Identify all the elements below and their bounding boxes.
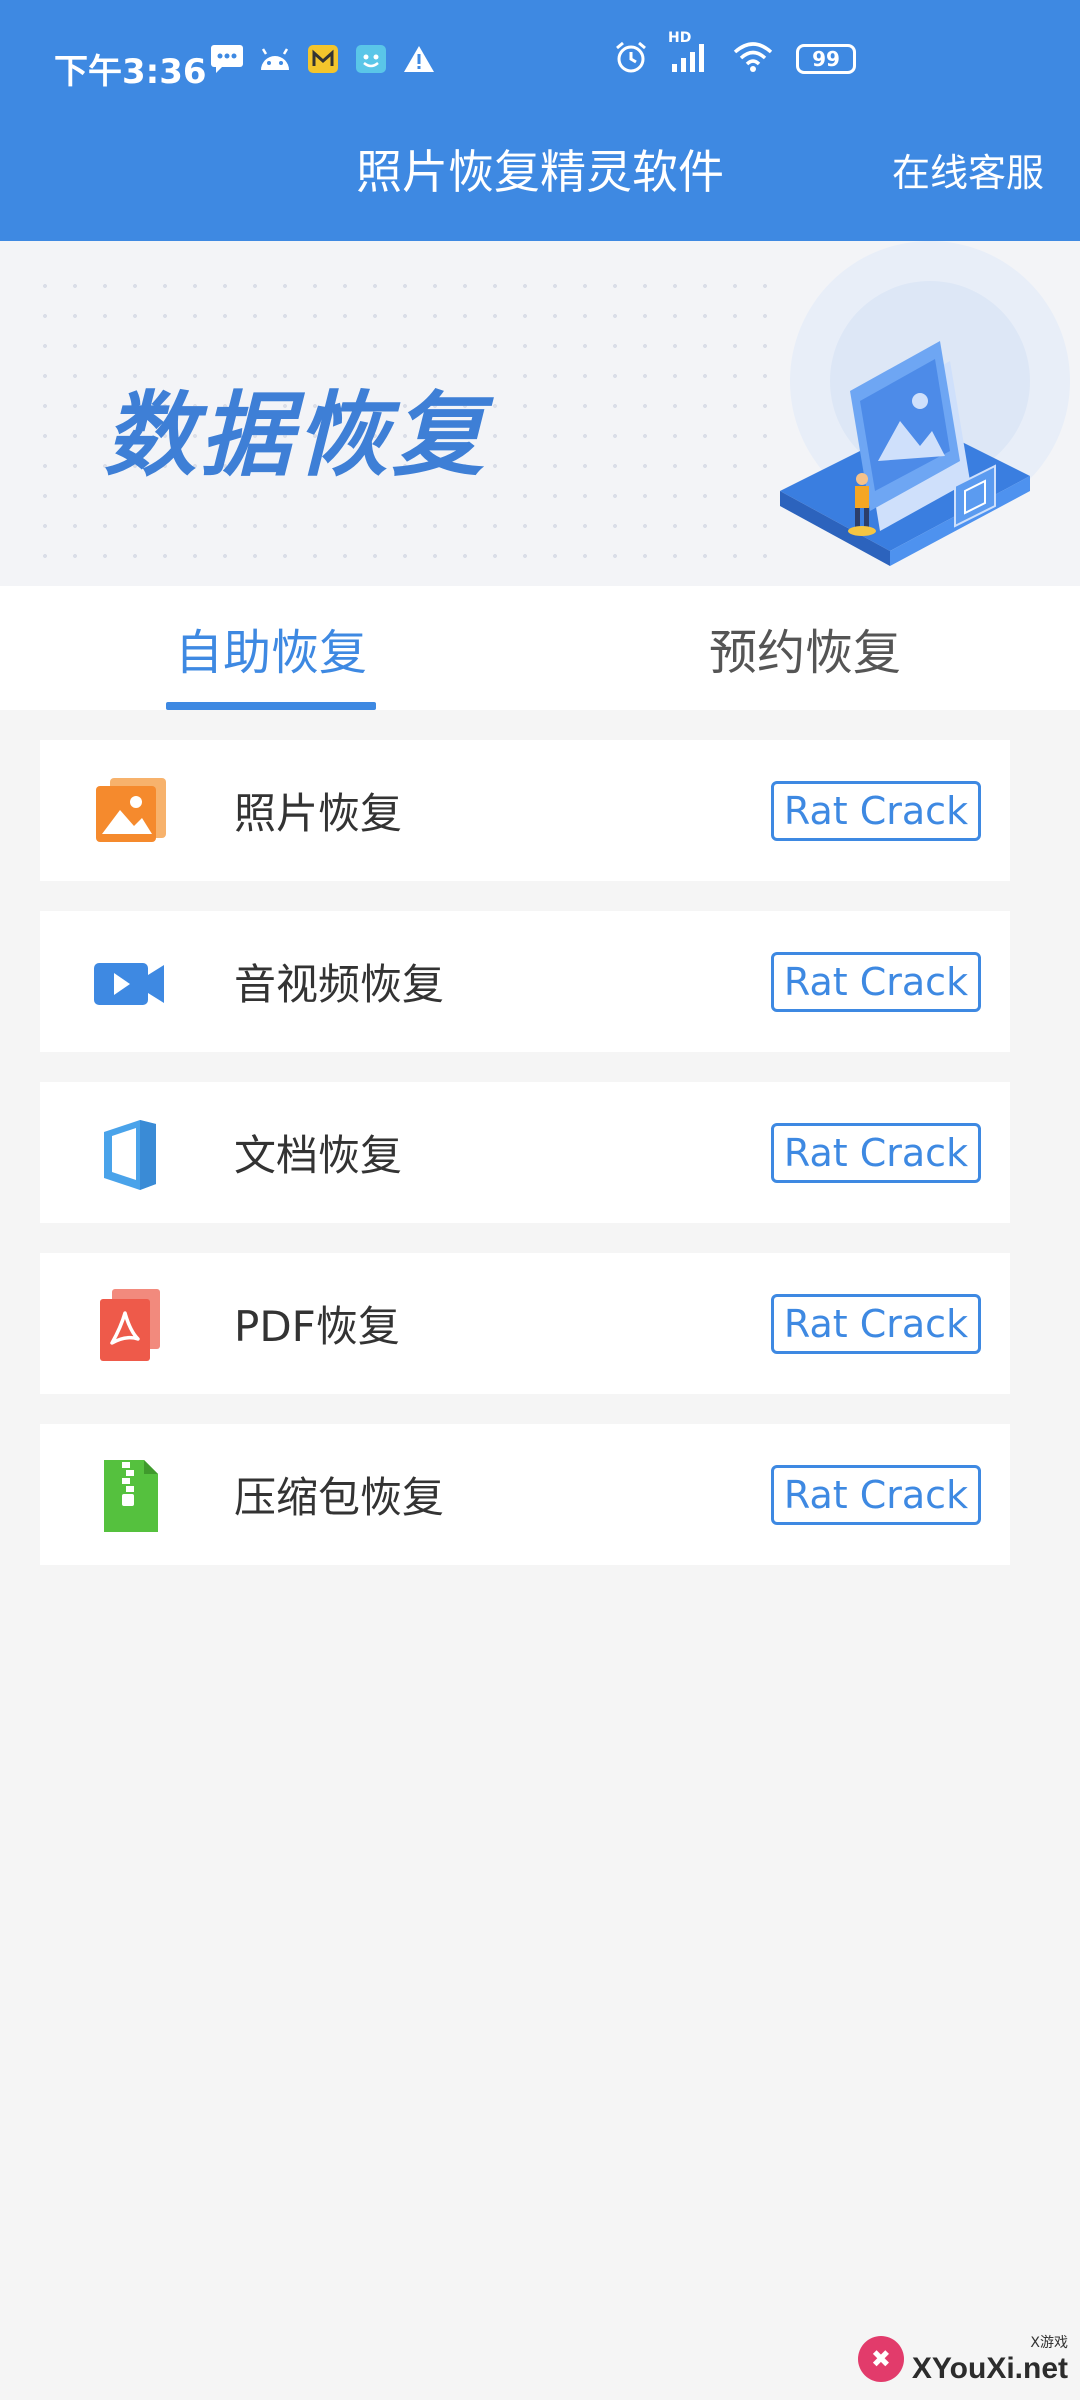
rat-crack-button[interactable]: Rat Crack <box>771 1123 981 1183</box>
battery-icon: 99 <box>796 44 856 74</box>
list-item-document[interactable]: 文档恢复 Rat Crack <box>40 1082 1010 1223</box>
pdf-icon <box>100 1289 160 1361</box>
system-icons: HD 99 <box>614 30 856 78</box>
list-item-pdf[interactable]: PDF恢复 Rat Crack <box>40 1253 1010 1394</box>
tab-appointment-recovery[interactable]: 预约恢复 <box>700 586 910 710</box>
list-item-label: 音视频恢复 <box>234 960 445 1009</box>
notification-icons <box>210 42 436 76</box>
zip-icon <box>104 1460 158 1532</box>
rat-crack-button[interactable]: Rat Crack <box>771 1294 981 1354</box>
rat-crack-button[interactable]: Rat Crack <box>771 952 981 1012</box>
battery-level: 99 <box>812 47 840 71</box>
site-watermark: ✖ X游戏 XYouXi.net <box>857 2332 1068 2386</box>
app-header: 下午3:36 HD 99 照片恢复精灵软件 在线客服 <box>0 0 1080 241</box>
tab-bar: 自助恢复 预约恢复 <box>0 586 1080 710</box>
video-icon <box>94 963 164 1005</box>
list-item-zip[interactable]: 压缩包恢复 Rat Crack <box>40 1424 1010 1565</box>
message-icon <box>210 42 244 76</box>
warning-icon <box>402 42 436 76</box>
wifi-icon <box>732 40 774 78</box>
android-icon <box>258 42 292 76</box>
list-item-label: PDF恢复 <box>234 1302 400 1351</box>
list-item-label: 压缩包恢复 <box>234 1473 445 1522</box>
document-icon <box>104 1120 156 1190</box>
signal-icon: HD <box>668 30 710 78</box>
mail-icon <box>306 42 340 76</box>
active-tab-indicator <box>166 702 376 710</box>
list-item-label: 文档恢复 <box>234 1131 403 1180</box>
rat-crack-button[interactable]: Rat Crack <box>771 1465 981 1525</box>
watermark-sub: X游戏 <box>1030 2335 1068 2351</box>
list-item-label: 照片恢复 <box>234 789 403 838</box>
list-item-photo[interactable]: 照片恢复 Rat Crack <box>40 740 1010 881</box>
list-item-video[interactable]: 音视频恢复 Rat Crack <box>40 911 1010 1052</box>
status-time: 下午3:36 <box>54 52 207 92</box>
status-bar: 下午3:36 HD 99 <box>0 0 1080 130</box>
alarm-icon <box>614 40 648 78</box>
photo-icon <box>96 778 166 842</box>
network-type: HD <box>668 30 692 46</box>
online-service-link[interactable]: 在线客服 <box>892 142 1044 197</box>
watermark-site: XYouXi.net <box>911 2352 1068 2385</box>
banner-title: 数据恢复 <box>104 382 489 489</box>
tab-self-recovery[interactable]: 自助恢复 <box>166 586 376 710</box>
banner: 数据恢复 <box>0 241 1080 586</box>
rat-crack-button[interactable]: Rat Crack <box>771 781 981 841</box>
face-icon <box>354 42 388 76</box>
site-logo: ✖ <box>857 2336 904 2382</box>
data-recovery-illustration <box>780 241 1070 566</box>
